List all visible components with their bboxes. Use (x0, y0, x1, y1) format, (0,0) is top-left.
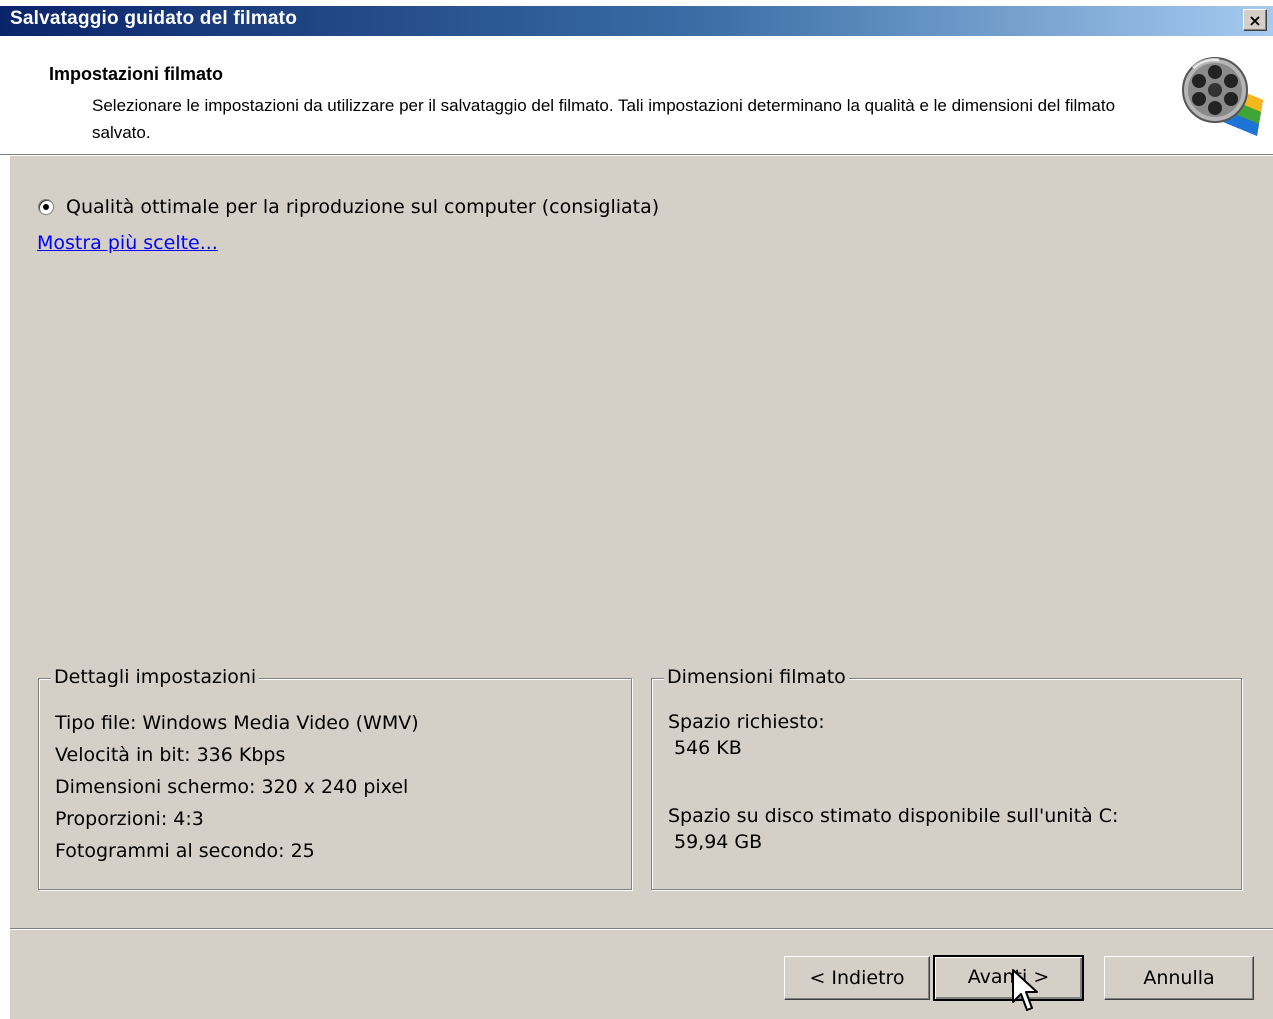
window-title: Salvataggio guidato del filmato (10, 8, 298, 29)
detail-aspect-ratio: Proporzioni: 4:3 (55, 808, 204, 830)
page-title: Impostazioni filmato (49, 64, 224, 84)
detail-screen-size: Dimensioni schermo: 320 x 240 pixel (55, 776, 409, 798)
option-best-quality[interactable]: Qualità ottimale per la riproduzione sul… (38, 196, 659, 218)
wizard-body: Qualità ottimale per la riproduzione sul… (10, 156, 1273, 1019)
film-reel-icon (1182, 57, 1263, 136)
radio-best-quality-label[interactable]: Qualità ottimale per la riproduzione sul… (66, 196, 659, 218)
show-more-choices-link[interactable]: Mostra più scelte... (37, 232, 218, 254)
movie-size-group: Dimensioni filmato Spazio richiesto: 546… (651, 666, 1242, 890)
wizard-header: Impostazioni filmato Selezionare le impo… (0, 36, 1273, 154)
detail-bitrate: Velocità in bit: 336 Kbps (55, 744, 286, 766)
required-space-label: Spazio richiesto: (668, 711, 825, 733)
settings-details-legend: Dettagli impostazioni (51, 666, 260, 688)
close-icon: × (1248, 11, 1262, 30)
available-space-value: 59,94 GB (674, 831, 763, 853)
detail-file-type: Tipo file: Windows Media Video (WMV) (55, 712, 419, 734)
next-button[interactable]: Avanti > (933, 955, 1084, 1001)
footer-divider (10, 928, 1273, 930)
radio-best-quality[interactable] (38, 199, 54, 215)
movie-size-legend: Dimensioni filmato (664, 666, 849, 688)
mouse-cursor-icon (1012, 969, 1038, 1011)
back-button[interactable]: < Indietro (784, 956, 930, 1000)
page-description: Selezionare le impostazioni da utilizzar… (92, 96, 1116, 142)
detail-fps: Fotogrammi al secondo: 25 (55, 840, 315, 862)
title-bar[interactable]: Salvataggio guidato del filmato × (0, 6, 1273, 36)
close-button[interactable]: × (1243, 9, 1267, 31)
cancel-button[interactable]: Annulla (1104, 956, 1254, 1000)
required-space-value: 546 KB (674, 737, 742, 759)
available-space-label: Spazio su disco stimato disponibile sull… (668, 805, 1119, 827)
settings-details-group: Dettagli impostazioni Tipo file: Windows… (38, 666, 632, 890)
